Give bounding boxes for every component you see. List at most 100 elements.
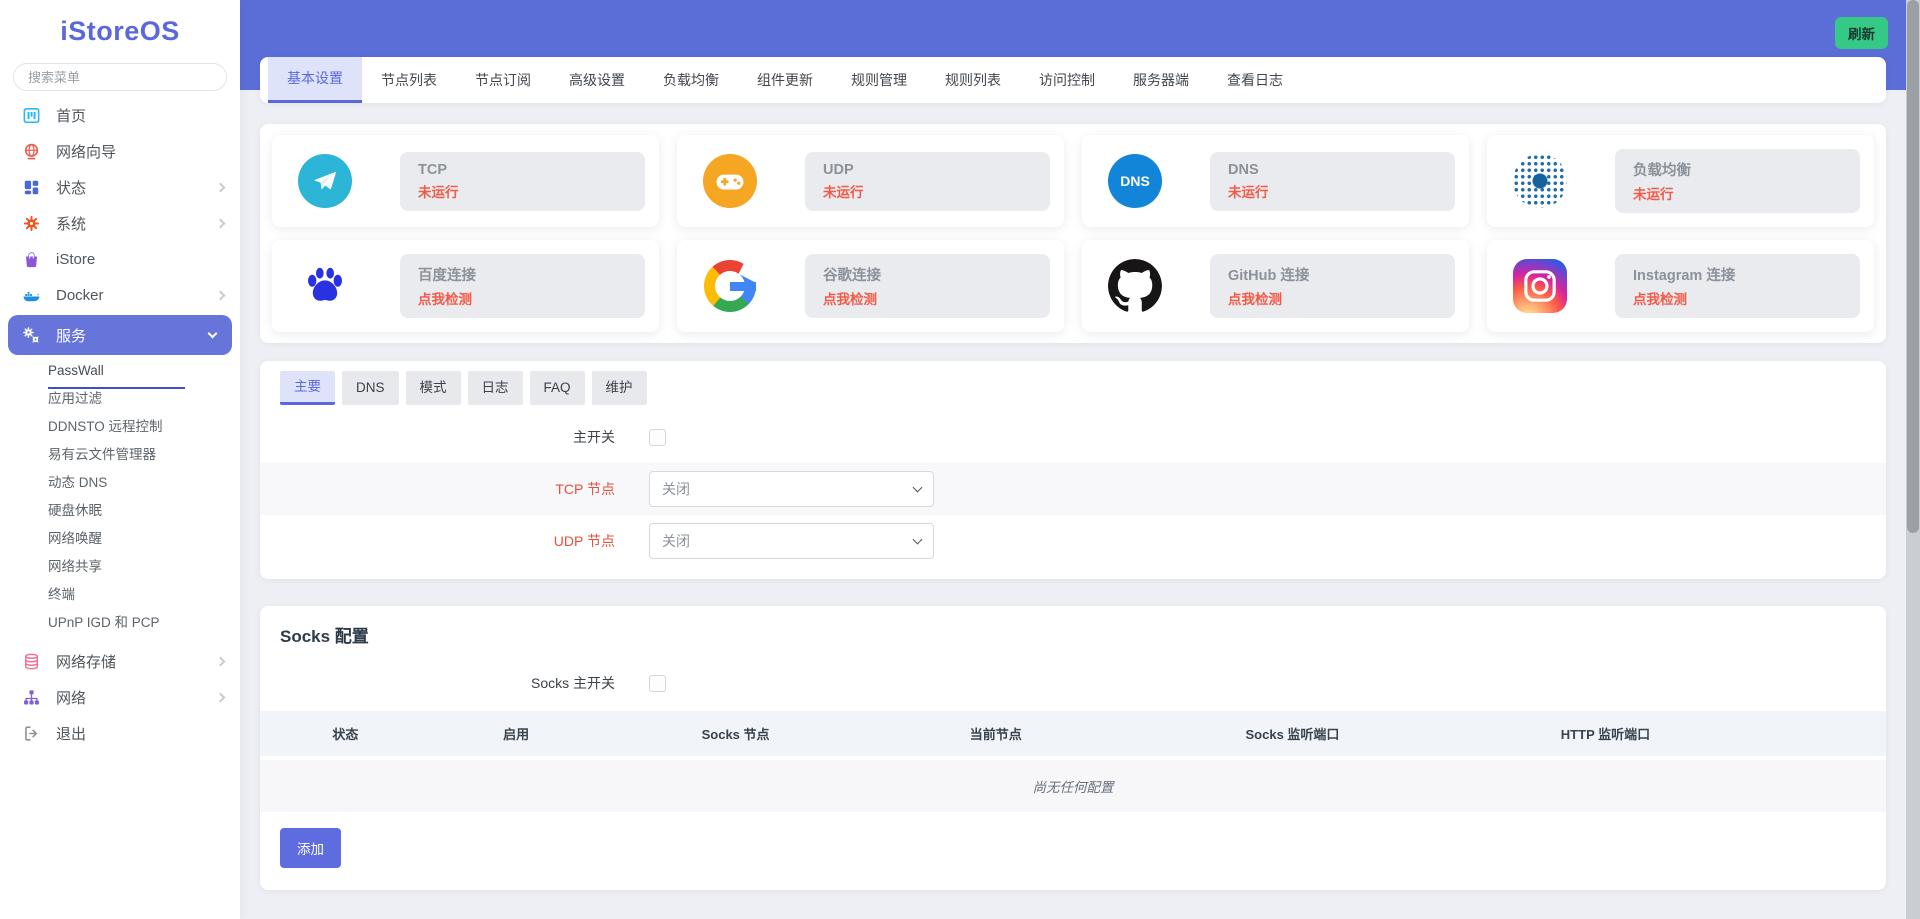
baidu-paw-icon: [298, 259, 352, 313]
status-label-box: 负载均衡 未运行: [1615, 149, 1860, 213]
status-card-baidu[interactable]: 百度连接 点我检测: [272, 240, 659, 332]
udp-node-label: UDP 节点: [553, 533, 615, 549]
submenu-item-ddnsto[interactable]: DDNSTO 远程控制: [0, 413, 240, 441]
status-card-status: 点我检测: [823, 292, 877, 307]
top-tab-bar: 基本设置 节点列表 节点订阅 高级设置 负载均衡 组件更新 规则管理 规则列表 …: [260, 57, 1886, 103]
status-card-load-balance[interactable]: 负载均衡 未运行: [1487, 135, 1874, 227]
subtab-dns[interactable]: DNS: [342, 371, 399, 405]
socks-main-switch-checkbox[interactable]: [649, 674, 666, 692]
refresh-button[interactable]: 刷新: [1835, 17, 1888, 49]
sidebar: iStoreOS 首页 网络向导 状态 系统: [0, 0, 240, 919]
submenu-item-passwall[interactable]: PassWall: [0, 357, 240, 389]
gears-icon: [22, 326, 41, 345]
tab-basic-settings[interactable]: 基本设置: [268, 57, 362, 103]
udp-node-select[interactable]: 关闭: [649, 523, 934, 559]
subtab-log[interactable]: 日志: [467, 371, 523, 405]
tab-node-subscribe[interactable]: 节点订阅: [456, 57, 550, 103]
sidebar-item-services[interactable]: 服务: [8, 315, 232, 355]
status-card-google[interactable]: 谷歌连接 点我检测: [677, 240, 1064, 332]
main-switch-label: 主开关: [573, 429, 615, 445]
submenu-item-network-share[interactable]: 网络共享: [0, 553, 240, 581]
status-card-title: 谷歌连接: [823, 268, 881, 284]
submenu-item-upnp[interactable]: UPnP IGD 和 PCP: [0, 609, 240, 637]
subtab-main[interactable]: 主要: [280, 371, 335, 405]
submenu-item-linkease[interactable]: 易有云文件管理器: [0, 441, 240, 469]
status-card-tcp[interactable]: TCP 未运行: [272, 135, 659, 227]
sidebar-item-label: Docker: [56, 286, 104, 304]
chevron-down-icon: [207, 328, 218, 338]
tcp-node-select[interactable]: 关闭: [649, 471, 934, 507]
sidebar-item-label: 网络向导: [56, 143, 117, 161]
column-header-socks-node: Socks 节点: [701, 727, 770, 742]
tab-server-side[interactable]: 服务器端: [1114, 57, 1208, 103]
submenu-item-app-filter[interactable]: 应用过滤: [0, 385, 240, 413]
tab-access-control[interactable]: 访问控制: [1020, 57, 1114, 103]
submenu-item-terminal[interactable]: 终端: [0, 581, 240, 609]
status-label-box: GitHub 连接 点我检测: [1210, 254, 1455, 318]
sidebar-item-label: 系统: [56, 215, 87, 233]
status-card-instagram[interactable]: Instagram 连接 点我检测: [1487, 240, 1874, 332]
sidebar-item-label: iStore: [56, 250, 96, 268]
submenu-item-label: PassWall: [48, 363, 104, 378]
sidebar-item-network[interactable]: 网络: [0, 679, 240, 715]
tab-advanced-settings[interactable]: 高级设置: [550, 57, 644, 103]
submenu-item-ddns[interactable]: 动态 DNS: [0, 469, 240, 497]
dns-icon: DNS: [1108, 154, 1162, 208]
tab-view-log[interactable]: 查看日志: [1208, 57, 1302, 103]
status-card-status: 点我检测: [1633, 292, 1687, 307]
docker-whale-icon: [22, 286, 41, 305]
tab-node-list[interactable]: 节点列表: [362, 57, 456, 103]
main-content: 刷新 基本设置 节点列表 节点订阅 高级设置 负载均衡 组件更新 规则管理 规则…: [240, 0, 1906, 919]
sidebar-item-status[interactable]: 状态: [0, 169, 240, 205]
shopping-bag-icon: [22, 250, 41, 269]
sidebar-item-docker[interactable]: Docker: [0, 277, 240, 313]
status-card-status: 未运行: [1228, 184, 1269, 200]
chevron-right-icon: [215, 656, 226, 666]
status-card-status: 未运行: [418, 184, 459, 200]
search-input[interactable]: [13, 63, 227, 91]
gear-icon: [22, 214, 41, 233]
add-button[interactable]: 添加: [280, 828, 341, 868]
instagram-icon: [1513, 259, 1567, 313]
sidebar-item-istore[interactable]: iStore: [0, 241, 240, 277]
form-row-main-switch: 主开关: [260, 411, 1886, 463]
submenu-item-disk-sleep[interactable]: 硬盘休眠: [0, 497, 240, 525]
status-label-box: DNS 未运行: [1210, 151, 1455, 211]
status-card-dns[interactable]: DNS DNS 未运行: [1082, 135, 1469, 227]
tab-rule-list[interactable]: 规则列表: [926, 57, 1020, 103]
services-submenu: PassWall 应用过滤 DDNSTO 远程控制 易有云文件管理器 动态 DN…: [0, 357, 240, 637]
status-card-title: DNS: [1228, 161, 1259, 178]
column-header-enable: 启用: [503, 727, 530, 742]
github-octocat-icon: [1108, 259, 1162, 313]
sidebar-item-logout[interactable]: 退出: [0, 715, 240, 751]
status-card-status: 点我检测: [1228, 292, 1282, 307]
column-header-status: 状态: [332, 727, 359, 742]
status-card-title: 百度连接: [418, 268, 476, 284]
sidebar-item-label: 首页: [56, 107, 87, 125]
tab-rule-manage[interactable]: 规则管理: [832, 57, 926, 103]
main-switch-checkbox[interactable]: [649, 428, 666, 446]
gamepad-icon: [703, 154, 757, 208]
status-squares-icon: [22, 178, 41, 197]
sidebar-item-system[interactable]: 系统: [0, 205, 240, 241]
subtab-maintenance[interactable]: 维护: [591, 371, 647, 405]
sidebar-item-label: 网络: [56, 689, 87, 707]
sidebar-item-home[interactable]: 首页: [0, 97, 240, 133]
status-label-box: UDP 未运行: [805, 151, 1050, 211]
app-logo: iStoreOS: [60, 16, 180, 46]
subtab-faq[interactable]: FAQ: [529, 371, 585, 405]
sidebar-item-label: 服务: [56, 327, 87, 345]
scrollbar-thumb[interactable]: [1907, 0, 1919, 534]
submenu-item-wol[interactable]: 网络唤醒: [0, 525, 240, 553]
chevron-right-icon: [215, 218, 226, 228]
column-header-http-port: HTTP 监听端口: [1560, 727, 1651, 742]
status-card-title: TCP: [418, 161, 447, 178]
status-card-github[interactable]: GitHub 连接 点我检测: [1082, 240, 1469, 332]
tab-component-update[interactable]: 组件更新: [738, 57, 832, 103]
subtab-mode[interactable]: 模式: [405, 371, 461, 405]
sidebar-item-network-storage[interactable]: 网络存储: [0, 643, 240, 679]
chevron-right-icon: [215, 182, 226, 192]
status-card-udp[interactable]: UDP 未运行: [677, 135, 1064, 227]
tab-load-balancing[interactable]: 负载均衡: [644, 57, 738, 103]
sidebar-item-network-wizard[interactable]: 网络向导: [0, 133, 240, 169]
